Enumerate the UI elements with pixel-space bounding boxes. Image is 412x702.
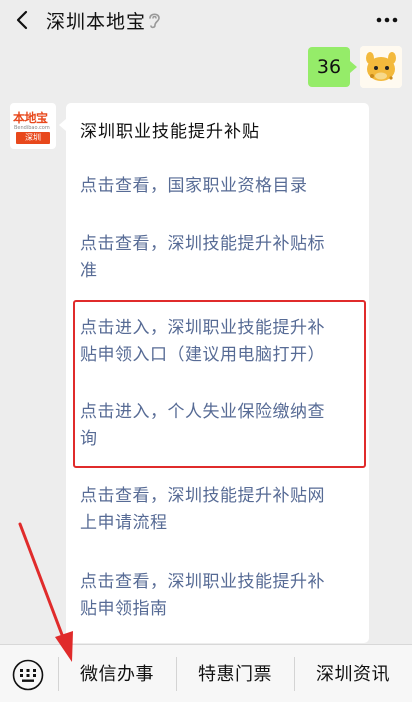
link-line: 点击查看，深圳技能提升补贴网 (80, 486, 325, 506)
menu-item-discount-tickets[interactable]: 特惠门票 (176, 660, 294, 686)
link-line: 上申请流程 (80, 513, 168, 533)
link-line: 准 (80, 261, 98, 281)
link-subsidy-standard[interactable]: 点击查看，深圳技能提升补贴标 准 (80, 231, 364, 285)
menu-item-shenzhen-news[interactable]: 深圳资讯 (294, 660, 412, 686)
chat-header: 深圳本地宝 (0, 0, 412, 40)
ear-icon (149, 13, 160, 29)
link-line: 点击查看，深圳技能提升补贴标 (80, 234, 325, 254)
giraffe-avatar-icon (360, 46, 402, 88)
official-account-avatar[interactable]: 本地宝 Bendibao.com 深圳 (10, 103, 56, 149)
highlight-box (73, 300, 366, 468)
link-application-guide[interactable]: 点击查看，深圳职业技能提升补 贴申领指南 (80, 569, 364, 623)
more-icon[interactable] (376, 12, 398, 28)
link-online-process[interactable]: 点击查看，深圳技能提升补贴网 上申请流程 (80, 483, 364, 537)
logo-text: 本地宝 (13, 111, 48, 125)
chat-title: 深圳本地宝 (46, 11, 147, 33)
link-qualification-catalog[interactable]: 点击查看，国家职业资格目录 (80, 173, 364, 200)
menu-item-wechat-services[interactable]: 微信办事 (58, 660, 176, 686)
keyboard-icon[interactable] (12, 659, 44, 691)
link-line: 贴申领指南 (80, 599, 168, 619)
bottom-menu-bar: 微信办事 特惠门票 深圳资讯 (0, 644, 412, 702)
chevron-left-icon[interactable] (12, 9, 34, 31)
logo-city: 深圳 (16, 132, 50, 144)
logo-domain: Bendibao.com (14, 125, 50, 131)
outgoing-message-bubble: 36 (308, 47, 357, 87)
link-line: 点击查看，国家职业资格目录 (80, 176, 308, 196)
my-avatar[interactable] (360, 46, 402, 88)
card-title: 深圳职业技能提升补贴 (80, 122, 260, 142)
link-line: 点击查看，深圳职业技能提升补 (80, 572, 325, 592)
